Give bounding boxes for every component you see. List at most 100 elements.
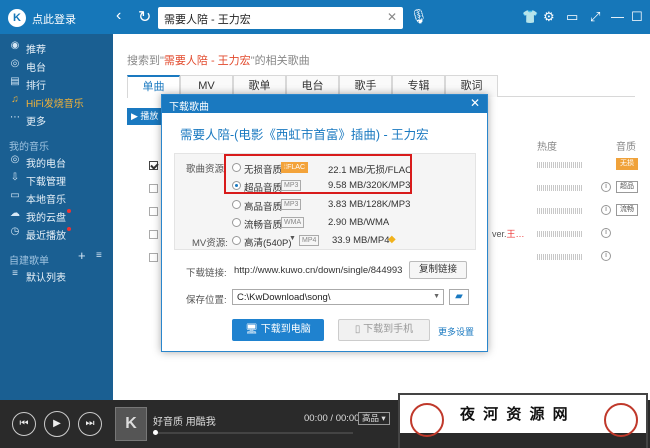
info-icon[interactable]: i: [601, 251, 611, 261]
folder-icon[interactable]: ▰: [449, 289, 469, 305]
search-result-hint: 搜索到"需要人陪 - 王力宏"的相关歌曲: [127, 55, 310, 67]
hot-column-header: 热度: [537, 142, 557, 153]
link-label: 下载链接:: [186, 268, 227, 279]
play-all-button[interactable]: ▶ 播放: [127, 108, 165, 125]
login-link[interactable]: 点此登录: [32, 11, 76, 27]
sidebar-item-hifi[interactable]: ♫ HiFi发烧音乐: [0, 92, 113, 110]
heat-bar: [537, 185, 583, 191]
copy-link-button[interactable]: 复制链接: [409, 261, 467, 279]
radio-button[interactable]: [232, 236, 241, 245]
sidebar-item-download[interactable]: ⇩ 下载管理: [0, 170, 113, 188]
dialog-title-bar: 下载歌曲 ✕: [162, 95, 487, 113]
playlist-menu-icon[interactable]: ≡: [96, 250, 102, 261]
save-path-field[interactable]: C:\KwDownload\song\ ▼: [232, 289, 444, 305]
radio-button[interactable]: [232, 200, 241, 209]
format-badge: MP3: [281, 199, 302, 210]
watermark-text: Hack520.com: [258, 378, 386, 398]
hifi-icon: ♫: [11, 94, 19, 105]
sidebar-item-recommend[interactable]: ◉ 推荐: [0, 38, 113, 56]
info-icon[interactable]: i: [601, 205, 611, 215]
progress-handle[interactable]: [153, 430, 158, 435]
quality-option-smooth[interactable]: 流畅音质 WMA 2.90 MB/WMA: [232, 216, 472, 231]
menu-icon[interactable]: ▭: [566, 9, 578, 25]
sidebar-item-my-radio[interactable]: ◎ 我的电台: [0, 152, 113, 170]
skin-icon[interactable]: 👕: [522, 9, 538, 25]
sidebar-item-radio[interactable]: ◎ 电台: [0, 56, 113, 74]
my-radio-icon: ◎: [10, 154, 20, 165]
notification-dot: [67, 209, 71, 213]
album-cover[interactable]: K: [115, 407, 147, 441]
next-icon[interactable]: ⏭: [78, 412, 102, 436]
row-checkbox[interactable]: [149, 161, 158, 170]
back-icon[interactable]: ‹: [116, 7, 121, 25]
progress-bar[interactable]: [153, 430, 353, 435]
download-icon: ⇩: [10, 172, 20, 183]
quality-select[interactable]: 高品 ▾: [358, 412, 390, 425]
download-to-pc-button[interactable]: 🖥 下载到电脑: [232, 319, 324, 341]
chart-icon: ▤: [10, 76, 20, 87]
row-checkbox[interactable]: [149, 207, 158, 216]
chevron-down-icon[interactable]: ▼: [433, 293, 440, 300]
add-playlist-icon[interactable]: +: [78, 248, 86, 263]
sidebar-item-more[interactable]: ⋯ 更多: [0, 110, 113, 128]
row-checkbox[interactable]: [149, 230, 158, 239]
heat-bar: [537, 254, 583, 260]
minimize-icon[interactable]: —: [611, 9, 624, 24]
radio-icon: ◎: [10, 58, 20, 69]
sidebar-item-default-list[interactable]: ≡ 默认列表: [0, 266, 113, 284]
highlight-box: [224, 154, 412, 194]
format-badge: MP4: [299, 235, 320, 246]
microphone-icon[interactable]: 🎙: [410, 8, 428, 25]
dropdown-arrow-icon[interactable]: ▼: [289, 235, 296, 242]
site-logo-text: 夜 河 资 源 网: [460, 406, 570, 423]
sidebar-item-cloud[interactable]: ☁ 我的云盘: [0, 206, 113, 224]
song-title: 需要人陪-(电影《西虹市首富》插曲) - 王力宏: [180, 128, 429, 142]
mini-mode-icon[interactable]: ⤢: [590, 9, 600, 25]
cloud-icon: ☁: [10, 208, 20, 219]
list-icon: ≡: [12, 268, 18, 279]
vip-diamond-icon: ◆: [388, 234, 396, 245]
seal-icon: [604, 403, 638, 437]
notification-dot: [67, 227, 71, 231]
recommend-icon: ◉: [10, 40, 20, 51]
download-link[interactable]: http://www.kuwo.cn/down/single/844993: [234, 265, 402, 276]
info-icon[interactable]: i: [601, 228, 611, 238]
row-artist-text: ver.王…: [492, 229, 525, 239]
mv-option[interactable]: 高清(540P) ▼ MP4 33.9 MB/MP4 ◆: [232, 234, 472, 249]
quality-column-header: 音质: [616, 142, 636, 153]
sidebar-item-chart[interactable]: ▤ 排行: [0, 74, 113, 92]
more-settings-link[interactable]: 更多设置: [438, 325, 474, 338]
now-playing-text: 好音质 用酷我: [153, 417, 216, 428]
download-to-phone-button[interactable]: ▯ 下载到手机: [338, 319, 430, 341]
site-logo-overlay: 夜 河 资 源 网 WWW.YEHES.COM: [398, 393, 648, 448]
previous-icon[interactable]: ⏮: [12, 412, 36, 436]
quality-option-high[interactable]: 高品音质 MP3 3.83 MB/128K/MP3: [232, 198, 472, 213]
close-icon[interactable]: ✕: [470, 96, 480, 110]
history-icon: ◷: [10, 226, 20, 237]
format-badge: WMA: [281, 217, 305, 228]
info-icon[interactable]: i: [601, 182, 611, 192]
sidebar-item-history[interactable]: ◷ 最近播放: [0, 224, 113, 242]
heat-bar: [537, 208, 583, 214]
search-box[interactable]: 需要人陪 - 王力宏 ✕: [158, 7, 403, 29]
sidebar-item-local[interactable]: ▭ 本地音乐: [0, 188, 113, 206]
radio-button[interactable]: [232, 218, 241, 227]
player-controls-strip: [400, 433, 646, 448]
row-checkbox[interactable]: [149, 184, 158, 193]
kuwo-logo-icon: K: [8, 9, 26, 27]
download-dialog: 下载歌曲 ✕ 需要人陪-(电影《西虹市首富》插曲) - 王力宏 歌曲资源: 无损…: [161, 94, 488, 352]
save-location-label: 保存位置:: [186, 295, 227, 306]
quality-badge: 无损: [616, 158, 638, 170]
refresh-icon[interactable]: ↻: [138, 7, 151, 27]
play-icon[interactable]: ▶: [44, 411, 70, 437]
settings-icon[interactable]: ⚙: [543, 9, 555, 25]
source-label: 歌曲资源:: [186, 164, 227, 175]
maximize-icon[interactable]: ☐: [631, 9, 643, 25]
row-checkbox[interactable]: [149, 253, 158, 262]
local-music-icon: ▭: [10, 190, 20, 201]
more-icon: ⋯: [10, 112, 20, 123]
custom-playlist-heading: 自建歌单: [9, 256, 49, 267]
search-input[interactable]: 需要人陪 - 王力宏: [164, 11, 251, 27]
dialog-title: 下载歌曲: [169, 102, 209, 113]
clear-search-icon[interactable]: ✕: [387, 10, 397, 24]
